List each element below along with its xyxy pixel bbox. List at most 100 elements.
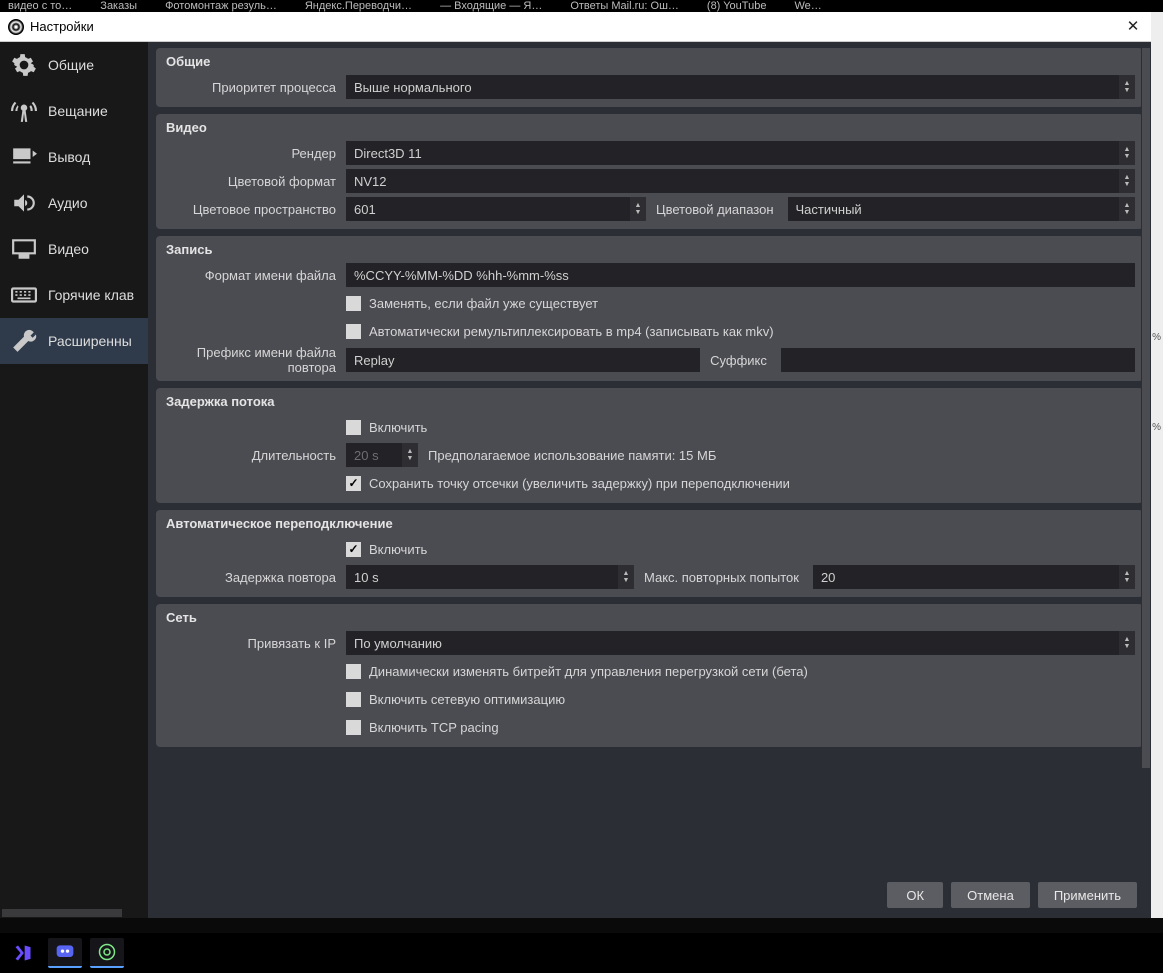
tab-5[interactable]: Ответы Mail.ru: Ош… (570, 0, 679, 12)
input-replay-suffix[interactable] (781, 348, 1135, 372)
select-value: NV12 (354, 174, 387, 189)
sidebar-label: Аудио (48, 195, 88, 211)
select-renderer[interactable]: Direct3D 11 ▲▼ (346, 141, 1135, 165)
wrench-icon (10, 327, 38, 355)
checkbox-network-opt[interactable]: Включить сетевую оптимизацию (346, 692, 565, 707)
sidebar: Общие Вещание Вывод Аудио Видео (0, 42, 148, 918)
panel-video: Видео Рендер Direct3D 11 ▲▼ Цветовой фор… (156, 114, 1143, 229)
tab-0[interactable]: видео с то… (8, 0, 72, 12)
bg-percent-2: % (1152, 422, 1161, 433)
tab-6[interactable]: (8) YouTube (707, 0, 767, 12)
label-process-priority: Приоритет процесса (156, 80, 346, 95)
checkbox-delay-enable[interactable]: Включить (346, 420, 427, 435)
checkbox-label: Автоматически ремультиплексировать в mp4… (369, 324, 774, 339)
spinner-max-retries[interactable]: 20 ▲▼ (813, 565, 1135, 589)
window-body: Общие Вещание Вывод Аудио Видео (0, 42, 1151, 918)
spinner-value: 20 s (354, 448, 379, 463)
sidebar-label: Вывод (48, 149, 90, 165)
spinner-value: 10 s (354, 570, 379, 585)
checkbox-label: Включить TCP pacing (369, 720, 499, 735)
select-color-range[interactable]: Частичный ▲▼ (788, 197, 1135, 221)
taskbar[interactable] (0, 933, 1163, 973)
checkbox-reconnect-enable[interactable]: Включить (346, 542, 427, 557)
updown-icon: ▲▼ (1119, 75, 1135, 99)
taskbar-app-obs[interactable] (90, 938, 124, 968)
sidebar-label: Общие (48, 57, 94, 73)
tab-3[interactable]: Яндекс.Переводчи… (305, 0, 412, 12)
panel-reconnect: Автоматическое переподключение Включить … (156, 510, 1143, 597)
sidebar-item-general[interactable]: Общие (0, 42, 148, 88)
checkbox-label: Сохранить точку отсечки (увеличить задер… (369, 476, 790, 491)
panel-title: Общие (156, 48, 1143, 73)
panels-scroll[interactable]: Общие Приоритет процесса Выше нормальног… (148, 42, 1151, 872)
sidebar-item-hotkeys[interactable]: Горячие клав (0, 272, 148, 318)
label-max-retries: Макс. повторных попыток (640, 570, 807, 585)
main-area: Общие Приоритет процесса Выше нормальног… (148, 42, 1151, 918)
apply-button[interactable]: Применить (1038, 882, 1137, 908)
ok-button[interactable]: ОК (887, 882, 943, 908)
label-filename-format: Формат имени файла (156, 268, 346, 283)
select-process-priority[interactable]: Выше нормального ▲▼ (346, 75, 1135, 99)
updown-icon: ▲▼ (1119, 141, 1135, 165)
label-renderer: Рендер (156, 146, 346, 161)
content-scrollbar[interactable] (1141, 48, 1151, 868)
keyboard-icon (10, 281, 38, 309)
spinner-retry-delay[interactable]: 10 s ▲▼ (346, 565, 634, 589)
sidebar-scrollbar[interactable] (0, 908, 148, 918)
window-title: Настройки (30, 19, 94, 34)
select-color-space[interactable]: 601 ▲▼ (346, 197, 646, 221)
updown-icon: ▲▼ (618, 565, 634, 589)
spinner-delay-duration[interactable]: 20 s ▲▼ (346, 443, 418, 467)
tab-7[interactable]: We… (794, 0, 821, 12)
select-value: Direct3D 11 (354, 146, 422, 161)
panel-network: Сеть Привязать к IP По умолчанию ▲▼ (156, 604, 1143, 747)
select-bind-ip[interactable]: По умолчанию ▲▼ (346, 631, 1135, 655)
updown-icon: ▲▼ (1119, 631, 1135, 655)
cancel-button[interactable]: Отмена (951, 882, 1030, 908)
tab-4[interactable]: — Входящие — Я… (440, 0, 542, 12)
sidebar-label: Горячие клав (48, 287, 134, 303)
tab-2[interactable]: Фотомонтаж резуль… (165, 0, 277, 12)
select-color-format[interactable]: NV12 ▲▼ (346, 169, 1135, 193)
sidebar-label: Расширенны (48, 333, 132, 349)
sidebar-item-audio[interactable]: Аудио (0, 180, 148, 226)
panel-general: Общие Приоритет процесса Выше нормальног… (156, 48, 1143, 107)
sidebar-item-video[interactable]: Видео (0, 226, 148, 272)
checkbox-preserve-cutoff[interactable]: Сохранить точку отсечки (увеличить задер… (346, 476, 790, 491)
label-bind-ip: Привязать к IP (156, 636, 346, 651)
panel-recording: Запись Формат имени файла (156, 236, 1143, 381)
checkbox-label: Заменять, если файл уже существует (369, 296, 598, 311)
checkbox-overwrite[interactable]: Заменять, если файл уже существует (346, 296, 598, 311)
checkbox-label: Включить (369, 542, 427, 557)
checkbox-tcp-pacing[interactable]: Включить TCP pacing (346, 720, 499, 735)
panel-title: Автоматическое переподключение (156, 510, 1143, 535)
label-memory-hint: Предполагаемое использование памяти: 15 … (424, 448, 724, 463)
sidebar-item-output[interactable]: Вывод (0, 134, 148, 180)
input-replay-prefix[interactable] (346, 348, 700, 372)
panel-title: Сеть (156, 604, 1143, 629)
sidebar-item-advanced[interactable]: Расширенны (0, 318, 148, 364)
checkbox-remux-mp4[interactable]: Автоматически ремультиплексировать в mp4… (346, 324, 774, 339)
antenna-icon (10, 97, 38, 125)
label-retry-delay: Задержка повтора (156, 570, 346, 585)
tab-1[interactable]: Заказы (100, 0, 137, 12)
sidebar-nav: Общие Вещание Вывод Аудио Видео (0, 42, 148, 908)
gear-icon (10, 51, 38, 79)
input-filename-format[interactable] (346, 263, 1135, 287)
panel-stream-delay: Задержка потока Включить Длительность (156, 388, 1143, 503)
select-value: 601 (354, 202, 376, 217)
titlebar[interactable]: Настройки ✕ (0, 12, 1151, 42)
close-button[interactable]: ✕ (1125, 18, 1141, 34)
taskbar-app-vs[interactable] (6, 938, 40, 968)
label-color-range: Цветовой диапазон (652, 202, 782, 217)
sidebar-item-stream[interactable]: Вещание (0, 88, 148, 134)
taskbar-app-discord[interactable] (48, 938, 82, 968)
output-icon (10, 143, 38, 171)
updown-icon: ▲▼ (1119, 169, 1135, 193)
label-color-format: Цветовой формат (156, 174, 346, 189)
panel-title: Видео (156, 114, 1143, 139)
checkbox-label: Динамически изменять битрейт для управле… (369, 664, 808, 679)
select-value: Частичный (796, 202, 862, 217)
settings-window: Настройки ✕ Общие Вещание Вывод (0, 12, 1151, 918)
checkbox-dyn-bitrate[interactable]: Динамически изменять битрейт для управле… (346, 664, 808, 679)
